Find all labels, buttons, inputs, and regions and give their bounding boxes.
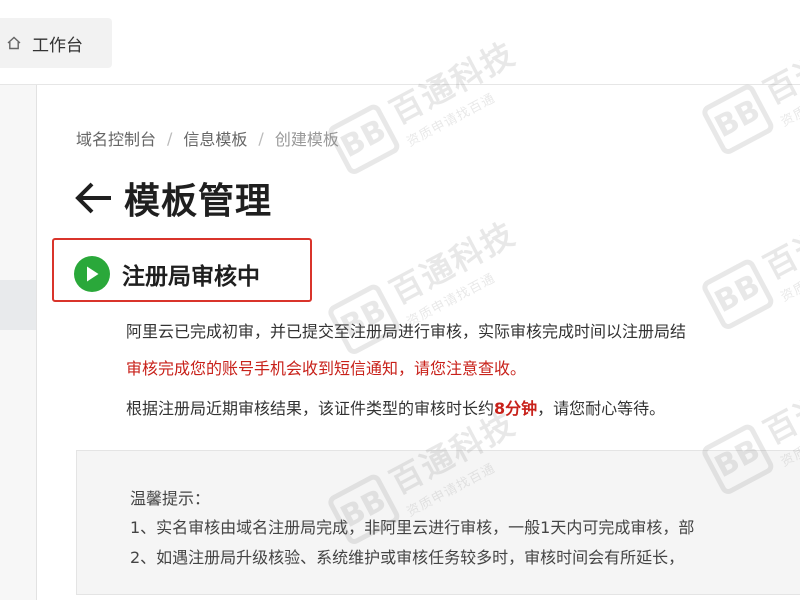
home-icon bbox=[5, 34, 23, 52]
status-title: 注册局审核中 bbox=[122, 264, 260, 290]
page-title: 模板管理 bbox=[124, 181, 273, 222]
watermark: BB 百通科技 资质申请找百通 bbox=[697, 184, 800, 336]
sidebar bbox=[0, 85, 37, 600]
info-line-review-duration: 根据注册局近期审核结果，该证件类型的审核时长约8分钟，请您耐心等待。 bbox=[126, 395, 665, 419]
watermark-logo: BB bbox=[699, 256, 776, 332]
breadcrumb-create-template: 创建模板 bbox=[274, 130, 339, 149]
watermark-name: 百通科技 bbox=[757, 189, 800, 287]
tips-title: 温馨提示： bbox=[130, 489, 211, 508]
watermark-name: 百通科技 bbox=[757, 354, 800, 452]
top-bar: 工作台 bbox=[0, 0, 800, 85]
workbench-label: 工作台 bbox=[32, 35, 83, 56]
status-row: 注册局审核中 bbox=[74, 256, 260, 292]
sidebar-item-active[interactable] bbox=[0, 280, 36, 330]
breadcrumb-separator: / bbox=[167, 128, 173, 148]
breadcrumb-info-template[interactable]: 信息模板 bbox=[183, 126, 247, 150]
tip-item: 1、实名审核由域名注册局完成，非阿里云进行审核，一般1天内可完成审核，部 bbox=[130, 518, 695, 537]
duration-value: 8分钟 bbox=[494, 399, 538, 418]
breadcrumb-domain-console[interactable]: 域名控制台 bbox=[76, 126, 156, 150]
watermark-name: 百通科技 bbox=[383, 214, 522, 312]
breadcrumb: 域名控制台 / 信息模板 / 创建模板 bbox=[76, 126, 339, 150]
page: 工作台 域名控制台 / 信息模板 / 创建模板 模板管理 注册局审核中 阿里云已… bbox=[0, 0, 800, 600]
title-row: 模板管理 bbox=[74, 172, 272, 224]
arrow-left-icon[interactable] bbox=[74, 177, 116, 219]
play-circle-icon bbox=[74, 256, 110, 292]
watermark-logo: BB bbox=[699, 81, 776, 157]
workbench-tab[interactable]: 工作台 bbox=[0, 18, 112, 68]
info-line-review-submitted: 阿里云已完成初审，并已提交至注册局进行审核，实际审核完成时间以注册局结 bbox=[126, 322, 687, 341]
duration-suffix: ，请您耐心等待。 bbox=[537, 399, 666, 418]
breadcrumb-separator: / bbox=[258, 128, 264, 148]
watermark-slogan: 资质申请找百通 bbox=[778, 245, 800, 306]
info-line-sms-notice: 审核完成您的账号手机会收到短信通知，请您注意查收。 bbox=[126, 359, 527, 378]
duration-prefix: 根据注册局近期审核结果，该证件类型的审核时长约 bbox=[126, 399, 495, 418]
tip-item: 2、如遇注册局升级核验、系统维护或审核任务较多时，审核时间会有所延长， bbox=[130, 548, 685, 567]
